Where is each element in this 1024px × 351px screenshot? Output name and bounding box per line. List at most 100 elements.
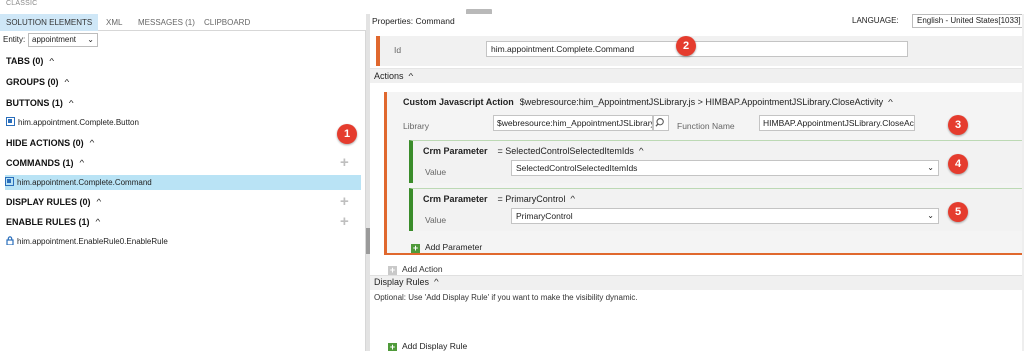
param-summary: = SelectedControlSelectedItemIds <box>497 146 634 156</box>
add-display-rule-button[interactable]: + Add Display Rule <box>388 341 467 351</box>
tab-messages[interactable]: MESSAGES (1) <box>132 14 201 31</box>
section-commands[interactable]: COMMANDS (1) ^ <box>6 158 84 169</box>
title-strip: CLASSIC <box>0 0 1024 15</box>
caret-up-icon[interactable]: ^ <box>888 99 893 107</box>
id-label: Id <box>394 45 402 55</box>
param-value-select[interactable]: SelectedControlSelectedItemIds ⌄ <box>511 160 939 176</box>
annotation-marker-3: 3 <box>948 115 968 135</box>
caret-up-icon[interactable]: ^ <box>639 148 644 156</box>
chevron-down-icon: ⌄ <box>927 211 934 220</box>
mode-label: CLASSIC <box>6 0 38 7</box>
caret-up-icon[interactable]: ^ <box>80 160 85 168</box>
tab-bar: SOLUTION ELEMENTS XML MESSAGES (1) CLIPB… <box>0 14 366 31</box>
caret-up-icon[interactable]: ^ <box>409 73 414 81</box>
button-item[interactable]: him.appointment.Complete.Button <box>6 115 139 130</box>
add-action-button[interactable]: + Add Action <box>388 264 443 275</box>
param-value: PrimaryControl <box>516 211 573 221</box>
caret-up-icon[interactable]: ^ <box>69 100 74 108</box>
section-display-rules[interactable]: DISPLAY RULES (0) ^ <box>6 197 101 208</box>
add-display-rule-label: Add Display Rule <box>402 341 468 351</box>
add-display-rule-plus-icon[interactable]: + <box>340 194 349 209</box>
add-enable-rule-plus-icon[interactable]: + <box>340 214 349 229</box>
lock-icon <box>6 236 14 245</box>
plus-icon: + <box>411 243 420 253</box>
id-input[interactable]: him.appointment.Complete.Command <box>486 41 908 57</box>
section-hide-actions-label: HIDE ACTIONS (0) <box>6 138 84 148</box>
param-title: Crm Parameter = PrimaryControl ^ <box>423 194 575 205</box>
section-hide-actions[interactable]: HIDE ACTIONS (0) ^ <box>6 138 94 149</box>
caret-up-icon[interactable]: ^ <box>90 140 95 148</box>
chevron-down-icon: ⌄ <box>927 163 934 172</box>
add-parameter-button[interactable]: + Add Parameter <box>411 242 482 253</box>
section-groups[interactable]: GROUPS (0) ^ <box>6 77 69 88</box>
param-value-label: Value <box>425 215 447 225</box>
section-buttons[interactable]: BUTTONS (1) ^ <box>6 98 74 109</box>
properties-pane: Properties: Command LANGUAGE: English - … <box>370 14 1024 351</box>
display-rules-header[interactable]: Display Rules ^ <box>370 275 1024 290</box>
custom-javascript-action: Custom Javascript Action $webresource:him… <box>384 92 1024 255</box>
plus-icon: + <box>388 265 397 275</box>
section-buttons-label: BUTTONS (1) <box>6 98 63 108</box>
caret-up-icon[interactable]: ^ <box>49 58 54 66</box>
param-summary: = PrimaryControl <box>497 194 566 204</box>
action-type: Custom Javascript Action <box>403 97 514 107</box>
chevron-down-icon: ⌄ <box>87 35 94 44</box>
button-icon <box>6 117 15 126</box>
entity-label: Entity: <box>3 35 26 44</box>
id-field-block: Id him.appointment.Complete.Command <box>376 36 1024 66</box>
tab-clipboard[interactable]: CLIPBOARD <box>198 14 256 31</box>
add-command-plus-icon[interactable]: + <box>340 155 349 170</box>
annotation-marker-2: 2 <box>676 36 696 56</box>
tab-xml[interactable]: XML <box>100 14 128 31</box>
enable-rule-item-label: him.appointment.EnableRule0.EnableRule <box>17 237 168 246</box>
actions-title: Actions ^ <box>374 71 413 82</box>
action-title: Custom Javascript Action $webresource:him… <box>403 97 893 108</box>
actions-header[interactable]: Actions ^ <box>370 68 1024 83</box>
command-item[interactable]: him.appointment.Complete.Command <box>5 175 361 190</box>
crm-parameter-2: Crm Parameter = PrimaryControl ^ Value Pri… <box>409 188 1024 231</box>
annotation-marker-4: 4 <box>948 154 968 174</box>
language-label: LANGUAGE: <box>852 16 899 25</box>
search-icon[interactable] <box>653 115 669 131</box>
annotation-marker-1: 1 <box>337 124 357 144</box>
section-tabs-label: TABS (0) <box>6 56 44 66</box>
section-commands-label: COMMANDS (1) <box>6 158 74 168</box>
library-label: Library <box>403 121 429 131</box>
caret-up-icon[interactable]: ^ <box>65 79 70 87</box>
param-type: Crm Parameter <box>423 194 488 204</box>
section-groups-label: GROUPS (0) <box>6 77 59 87</box>
caret-up-icon[interactable]: ^ <box>96 219 101 227</box>
param-value-select[interactable]: PrimaryControl ⌄ <box>511 208 939 224</box>
entity-value: appointment <box>32 35 77 44</box>
param-type: Crm Parameter <box>423 146 488 156</box>
function-name-label: Function Name <box>677 121 735 131</box>
command-icon <box>5 177 14 186</box>
button-item-label: him.appointment.Complete.Button <box>18 118 139 127</box>
properties-title: Properties: Command <box>372 16 455 26</box>
tab-solution-elements[interactable]: SOLUTION ELEMENTS <box>0 14 99 31</box>
section-display-rules-label: DISPLAY RULES (0) <box>6 197 91 207</box>
command-item-label: him.appointment.Complete.Command <box>17 178 152 187</box>
plus-icon: + <box>388 342 397 351</box>
action-summary: $webresource:him_AppointmentJSLibrary.js… <box>519 97 884 107</box>
entity-select[interactable]: appointment ⌄ <box>28 33 98 47</box>
function-name-input[interactable]: HIMBAP.AppointmentJSLibrary.CloseActivit… <box>759 115 915 131</box>
section-enable-rules[interactable]: ENABLE RULES (1) ^ <box>6 217 100 228</box>
language-selector: LANGUAGE: English - United States[1033] <box>852 14 1024 28</box>
display-rules-note: Optional: Use 'Add Display Rule' if you … <box>374 293 638 302</box>
display-rules-title: Display Rules ^ <box>374 277 439 288</box>
enable-rule-item[interactable]: him.appointment.EnableRule0.EnableRule <box>6 234 168 249</box>
add-parameter-label: Add Parameter <box>425 242 483 252</box>
param-value: SelectedControlSelectedItemIds <box>516 163 638 173</box>
entity-row: Entity: appointment ⌄ <box>0 32 366 48</box>
param-value-label: Value <box>425 167 447 177</box>
caret-up-icon[interactable]: ^ <box>434 279 439 287</box>
section-tabs[interactable]: TABS (0) ^ <box>6 56 54 67</box>
caret-up-icon[interactable]: ^ <box>97 199 102 207</box>
section-enable-rules-label: ENABLE RULES (1) <box>6 217 90 227</box>
caret-up-icon[interactable]: ^ <box>570 196 575 204</box>
library-input[interactable]: $webresource:him_AppointmentJSLibrary.js <box>493 115 653 131</box>
solution-elements-pane: SOLUTION ELEMENTS XML MESSAGES (1) CLIPB… <box>0 14 366 351</box>
language-select[interactable]: English - United States[1033] <box>912 14 1024 28</box>
param-title: Crm Parameter = SelectedControlSelectedIt… <box>423 146 644 157</box>
